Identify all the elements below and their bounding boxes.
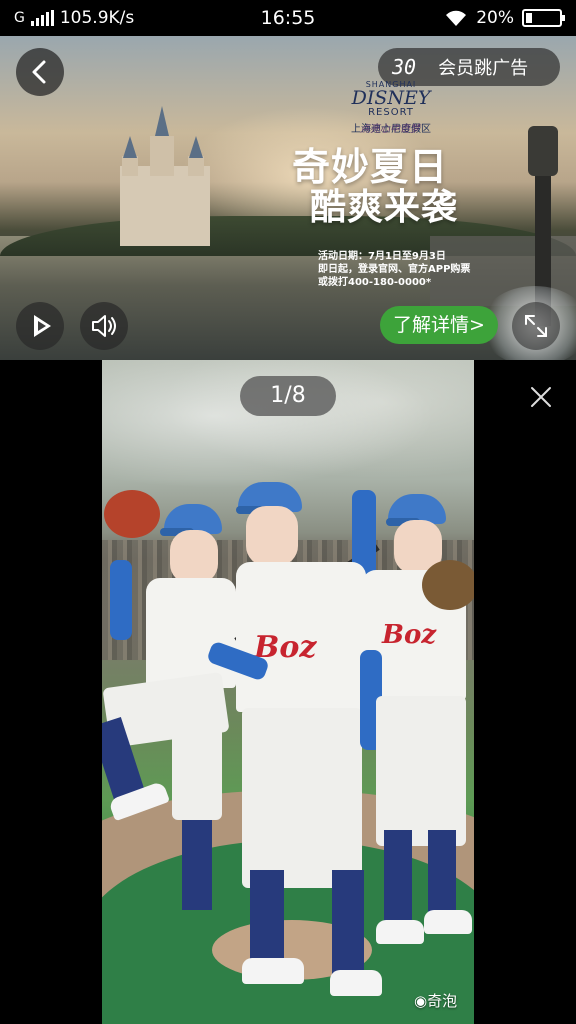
ad-countdown: 30 [392,55,417,79]
ad-info: 活动日期：7月1日至9月3日 即日起，登录官网、官方APP购票 或拨打400-1… [318,250,470,289]
player-right: Boz [352,490,474,990]
image-viewer: Boz Boz ◉奇泡 1/8 [0,360,576,1024]
watermark: ◉奇泡 [414,990,457,1011]
skip-ad-label: 会员跳广告 [438,58,529,79]
status-right: 20% [444,8,565,28]
watermark-logo-icon: ◉ [414,992,428,1010]
ad-info-line2: 即日起，登录官网、官方APP购票 [318,264,471,275]
play-button[interactable] [16,302,64,350]
speaker-icon [92,315,116,337]
baseball-glove-right [422,560,474,610]
screen: G 105.9K/s 16:55 20% 30 会员跳广告 SHANGHAI D… [0,0,576,1024]
baseball-photo[interactable]: Boz Boz ◉奇泡 [102,360,474,1024]
close-icon [531,387,551,407]
volume-button[interactable] [80,302,128,350]
status-bar: G 105.9K/s 16:55 20% [0,0,576,36]
wifi-icon [446,10,467,26]
battery-icon [522,9,565,27]
jersey-logo-right: Boz [382,620,437,650]
battery-fill [526,13,532,23]
watermark-text: 奇泡 [427,992,458,1010]
expand-icon [525,315,547,337]
ad-headline: 奇妙夏日 酷爽来袭 [292,146,458,228]
castle-image [110,106,220,246]
ad-headline-line2: 酷爽来袭 [310,187,459,228]
ad-slogan: 点亮心中奇梦 [360,124,420,135]
battery-percent: 20% [476,8,514,28]
lamp-head [528,126,558,176]
fullscreen-button[interactable] [512,302,560,350]
baseball-glove [104,490,160,538]
ad-info-line3: 或拨打400-180-0000* [318,277,432,288]
ad-banner[interactable]: 30 会员跳广告 SHANGHAI DISNEY RESORT 上海迪士尼度假区… [0,36,576,360]
close-button[interactable] [526,382,556,412]
ad-info-line1: 活动日期：7月1日至9月3日 [318,251,446,262]
learn-more-button[interactable]: 了解详情> [380,306,498,344]
chevron-left-icon [32,60,46,84]
brand-line2: DISNEY [351,87,431,109]
ad-headline-line1: 奇妙夏日 [292,145,449,189]
image-counter: 1/8 [240,376,336,416]
back-button[interactable] [16,48,64,96]
